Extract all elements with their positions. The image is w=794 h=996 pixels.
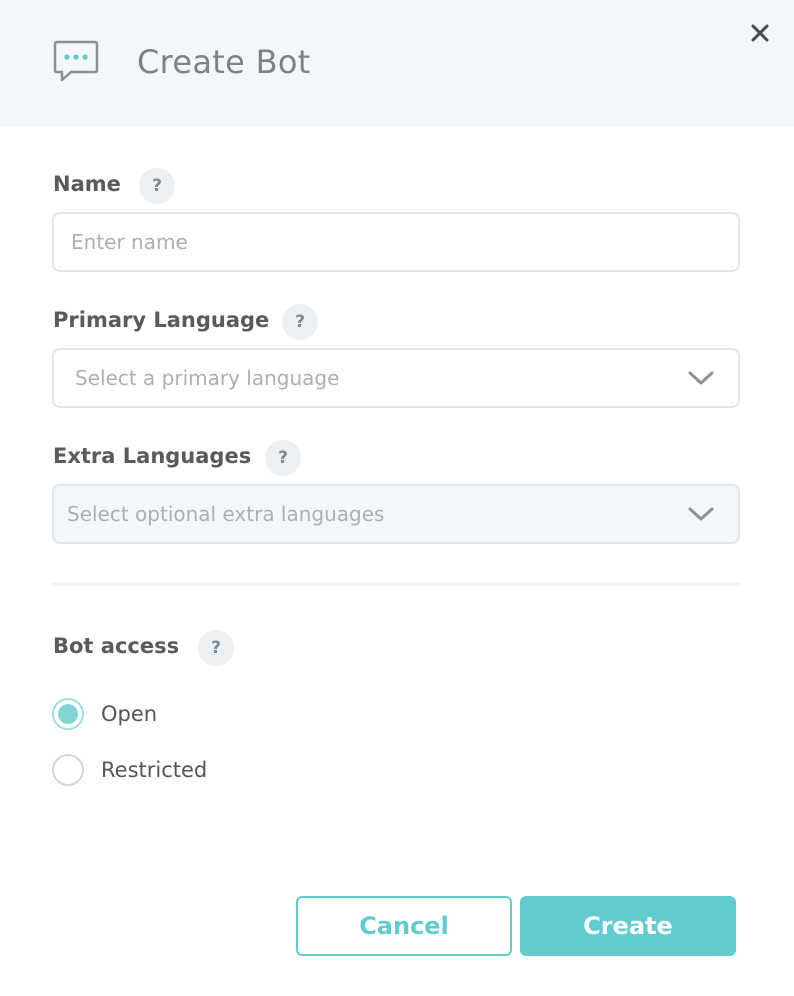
name-input[interactable] <box>54 214 738 270</box>
dialog-title: Create Bot <box>137 43 311 81</box>
radio-restricted-indicator[interactable] <box>52 754 84 786</box>
extra-languages-help-icon[interactable]: ? <box>265 440 301 476</box>
extra-languages-label: Extra Languages <box>53 444 252 468</box>
cancel-button[interactable]: Cancel <box>296 896 512 956</box>
extra-languages-placeholder: Select optional extra languages <box>67 502 385 526</box>
primary-language-help-icon[interactable]: ? <box>282 304 318 340</box>
primary-language-select[interactable]: Select a primary language <box>52 348 740 408</box>
close-button[interactable] <box>748 21 772 45</box>
section-divider <box>52 583 740 586</box>
close-icon <box>751 24 769 42</box>
radio-open[interactable]: Open <box>52 698 157 730</box>
primary-language-label: Primary Language <box>53 308 270 332</box>
extra-languages-select[interactable]: Select optional extra languages <box>52 484 740 544</box>
dialog-header: Create Bot <box>0 0 794 126</box>
name-field[interactable] <box>52 212 740 272</box>
create-button[interactable]: Create <box>520 896 736 956</box>
radio-restricted-label: Restricted <box>101 758 208 782</box>
chevron-down-icon <box>688 371 714 385</box>
radio-restricted[interactable]: Restricted <box>52 754 207 786</box>
chevron-down-icon <box>688 507 714 521</box>
chat-bubble-icon <box>53 40 99 82</box>
name-help-icon[interactable]: ? <box>139 168 175 204</box>
name-label: Name <box>53 172 121 196</box>
radio-open-indicator[interactable] <box>52 698 84 730</box>
bot-access-label: Bot access <box>53 634 180 658</box>
radio-open-label: Open <box>101 702 158 726</box>
bot-access-help-icon[interactable]: ? <box>198 630 234 666</box>
primary-language-placeholder: Select a primary language <box>75 366 340 390</box>
